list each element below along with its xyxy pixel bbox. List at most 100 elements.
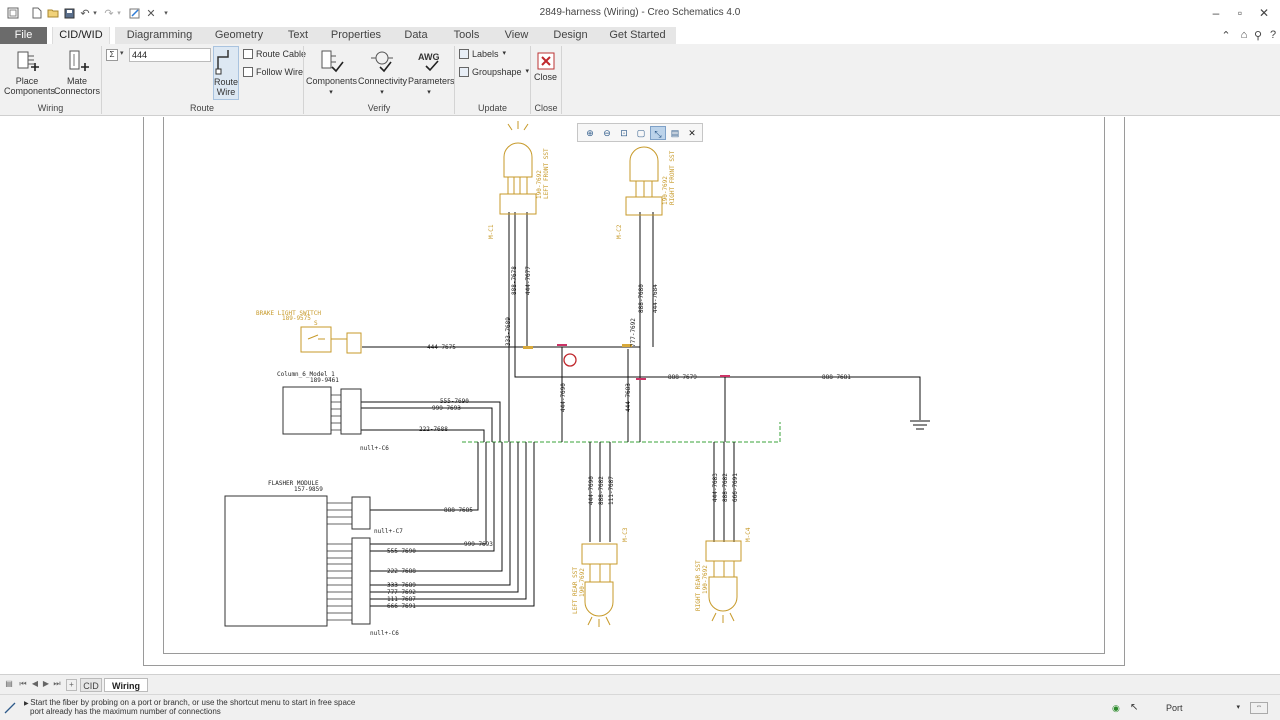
- labels-button[interactable]: Labels ▾: [459, 47, 506, 61]
- wire-888-7679-line[interactable]: [514, 212, 921, 407]
- close-view-toolbar-icon[interactable]: ✕: [684, 126, 700, 140]
- brake-switch-connector[interactable]: [346, 332, 362, 354]
- labels-icon: [459, 49, 469, 59]
- home-icon[interactable]: ⌂: [1237, 29, 1251, 42]
- wire-label: 888-7682: [598, 476, 605, 505]
- tab-geometry[interactable]: Geometry: [204, 27, 274, 44]
- selection-filter[interactable]: Port ▾: [1150, 700, 1244, 716]
- wire-label: 777-7692: [630, 318, 637, 347]
- flasher-connector-c7[interactable]: [351, 496, 371, 530]
- minimize-button[interactable]: –: [1205, 4, 1227, 22]
- pan-icon[interactable]: ⤡: [650, 125, 666, 140]
- left-rear-lamp[interactable]: [584, 581, 614, 617]
- select-arrow-icon[interactable]: ↖: [1130, 702, 1138, 713]
- wire-label: 555-7690: [387, 548, 416, 555]
- tab-cid-wid[interactable]: CID/WID: [52, 27, 110, 44]
- help-icon[interactable]: ?: [1266, 29, 1280, 42]
- wire-label: 333-7689: [505, 317, 512, 346]
- repaint-icon[interactable]: ▤: [667, 126, 683, 140]
- route-wire-button[interactable]: Route Wire: [213, 46, 239, 100]
- left-rear-connector[interactable]: [581, 543, 618, 565]
- wire-label: 444-7683: [625, 383, 632, 412]
- visibility-icon[interactable]: ◉: [1112, 703, 1120, 714]
- column-switch-body[interactable]: [282, 386, 332, 435]
- branch-line[interactable]: [462, 422, 781, 443]
- connectivity-button[interactable]: Connectivity ▾: [358, 48, 408, 98]
- right-rear-lamp[interactable]: [708, 576, 738, 612]
- groupshape-button[interactable]: Groupshape ▾: [459, 65, 529, 79]
- zoom-window-icon[interactable]: ⊡: [616, 126, 632, 140]
- sheet-tab-wiring[interactable]: Wiring: [104, 678, 148, 692]
- tab-text[interactable]: Text: [274, 27, 322, 44]
- column-switch-connector[interactable]: [340, 388, 362, 435]
- last-sheet-icon[interactable]: ⏭: [52, 679, 62, 691]
- maximize-button[interactable]: ▫: [1229, 4, 1251, 22]
- app-window: ↶ ▾ ↷ ▾ ✕ ▾ 2849-harness (Wiring) - Creo…: [0, 0, 1280, 720]
- add-sheet-icon[interactable]: +: [66, 679, 77, 691]
- collapse-ribbon-icon[interactable]: ⌃: [1219, 29, 1233, 42]
- first-sheet-icon[interactable]: ⏮: [18, 679, 28, 691]
- wire-888-7685-line[interactable]: [370, 442, 479, 511]
- route-wire-label-2: Wire: [216, 87, 236, 97]
- mate-connectors-label-2: Connectors: [54, 86, 101, 96]
- route-cable-button[interactable]: Route Cable: [243, 47, 306, 61]
- drawing-canvas[interactable]: BRAKE LIGHT SWITCH 189-9575 S LEFT FRONT…: [0, 117, 1280, 674]
- column-pn: 189-9461: [310, 377, 339, 384]
- left-front-pn: 190-7692: [536, 170, 543, 199]
- tab-design[interactable]: Design: [542, 27, 599, 44]
- wire-label: 222-7688: [387, 568, 416, 575]
- sheet-list-icon[interactable]: ▤: [4, 679, 14, 691]
- tab-data[interactable]: Data: [390, 27, 442, 44]
- parameters-button[interactable]: AWG Parameters ▾: [408, 48, 455, 98]
- close-button[interactable]: ✕: [1253, 4, 1275, 22]
- route-wire-icon: [215, 50, 229, 75]
- wire-label: 444-7677: [525, 266, 532, 295]
- tab-diagramming[interactable]: Diagramming: [115, 27, 204, 44]
- wire-name-input[interactable]: [129, 48, 211, 62]
- right-front-connector[interactable]: [625, 196, 663, 216]
- left-front-lamp[interactable]: [503, 142, 533, 178]
- tab-get-started[interactable]: Get Started: [599, 27, 676, 44]
- wire-type-dropdown-icon[interactable]: ▾: [120, 49, 124, 57]
- search-icon[interactable]: ⚲: [1251, 29, 1265, 42]
- mate-connectors-button[interactable]: Mate Connectors: [54, 48, 100, 96]
- right-rear-pn: 190-7692: [702, 565, 709, 594]
- prev-sheet-icon[interactable]: ◀: [30, 679, 40, 691]
- follow-wire-button[interactable]: Follow Wire: [243, 65, 303, 79]
- wire-label: 333-7689: [387, 582, 416, 589]
- wire-label: 888-7685: [444, 507, 473, 514]
- next-sheet-icon[interactable]: ▶: [41, 679, 51, 691]
- connectivity-label: Connectivity: [358, 76, 408, 86]
- groupshape-label: Groupshape: [472, 67, 522, 77]
- wire-label: 666-7691: [387, 603, 416, 610]
- wire-label: 444-7684: [652, 284, 659, 313]
- wire-111-7687-line[interactable]: [370, 442, 527, 600]
- refit-icon[interactable]: ▢: [633, 126, 649, 140]
- flasher-connector-c6[interactable]: [351, 537, 371, 625]
- wire-333-7689-line[interactable]: [370, 442, 511, 586]
- tab-view[interactable]: View: [491, 27, 542, 44]
- place-components-icon: [17, 51, 39, 71]
- place-components-button[interactable]: Place Components: [4, 48, 55, 96]
- wire-999-7693-line[interactable]: [360, 407, 493, 442]
- tab-file[interactable]: File: [0, 27, 47, 44]
- sheet-tab-cid[interactable]: CID: [80, 678, 102, 692]
- brake-switch-pn: 189-9575: [282, 315, 311, 322]
- close-ribbon-button[interactable]: Close: [533, 52, 558, 82]
- brake-switch-body[interactable]: [300, 326, 332, 353]
- zoom-out-icon[interactable]: ⊖: [599, 126, 615, 140]
- tab-properties[interactable]: Properties: [322, 27, 390, 44]
- components-button[interactable]: Components ▾: [306, 48, 357, 98]
- zoom-in-icon[interactable]: ⊕: [582, 126, 598, 140]
- right-front-lamp[interactable]: [629, 146, 659, 182]
- message-log-icon[interactable]: [4, 702, 16, 714]
- right-rear-connector[interactable]: [705, 540, 742, 562]
- wire-type-icon[interactable]: Σ: [106, 49, 118, 61]
- snap-toggle-icon[interactable]: ⇔: [1250, 702, 1268, 714]
- route-wire-label-1: Route: [214, 77, 239, 87]
- wire-label: 888-7681: [822, 374, 851, 381]
- left-front-connector[interactable]: [499, 193, 537, 215]
- flasher-c6-label: null+-C6: [370, 630, 399, 637]
- tab-tools[interactable]: Tools: [442, 27, 491, 44]
- flasher-module-body[interactable]: [224, 495, 328, 627]
